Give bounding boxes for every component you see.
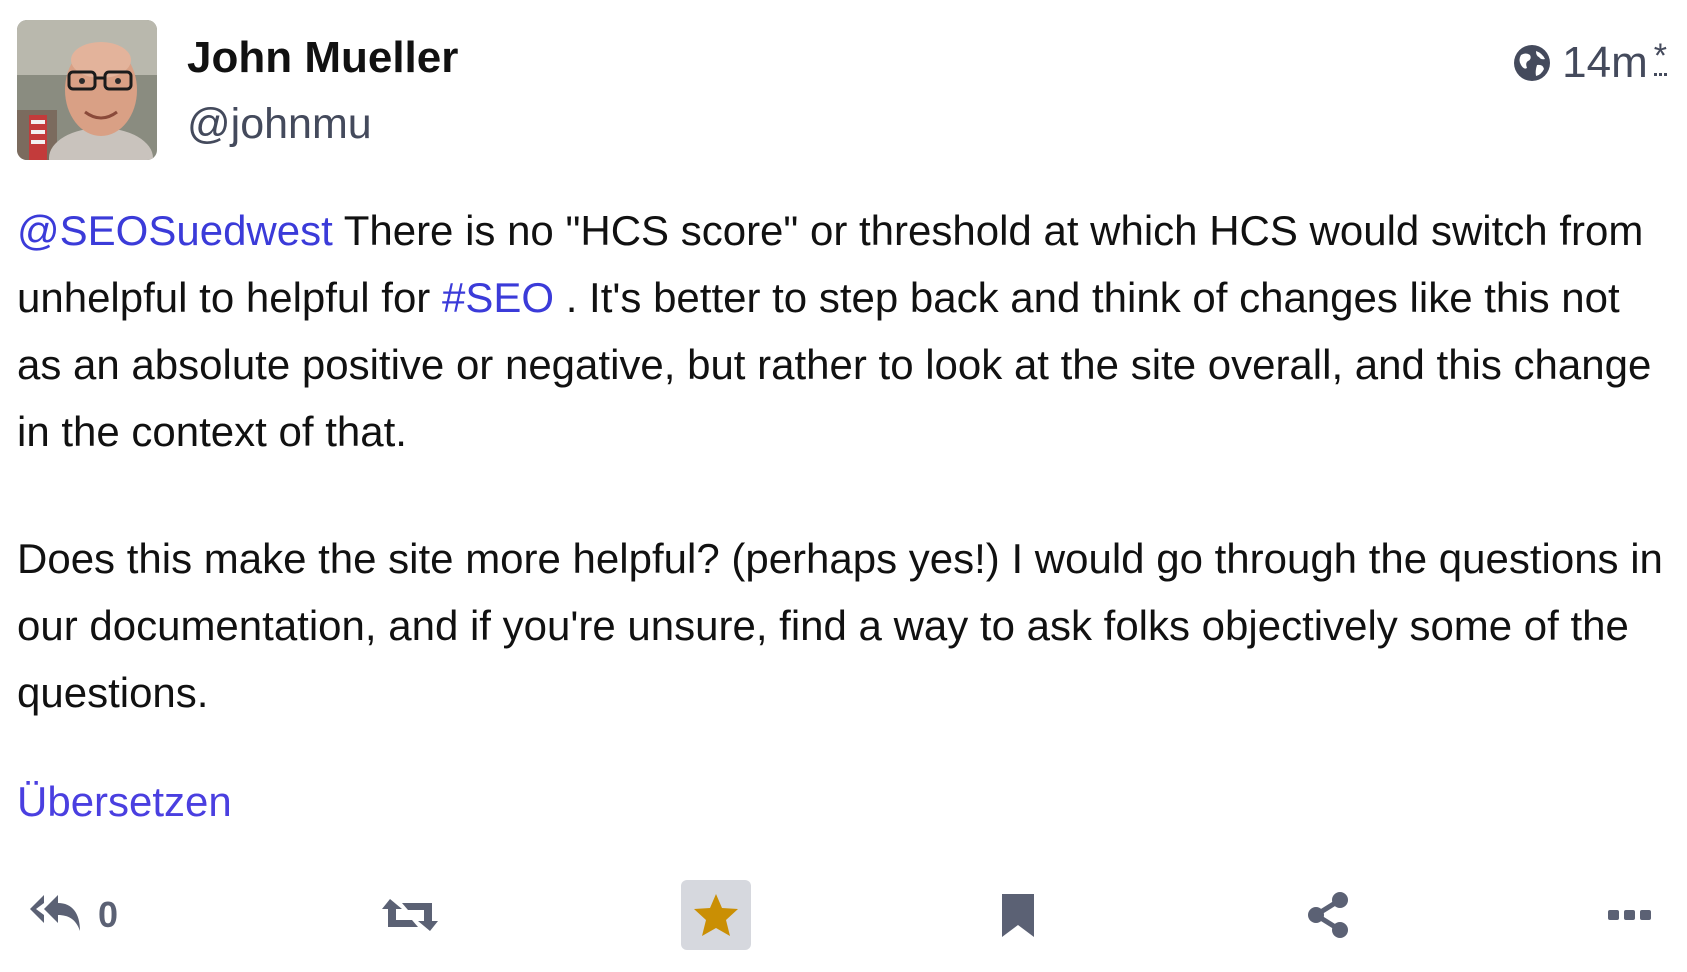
- reply-button[interactable]: 0: [28, 880, 168, 950]
- post-paragraph-2: Does this make the site more helpful? (p…: [17, 535, 1663, 716]
- author-display-name[interactable]: John Mueller: [187, 33, 458, 83]
- hashtag-link[interactable]: #SEO: [442, 274, 554, 321]
- translate-link[interactable]: Übersetzen: [17, 778, 232, 826]
- post-timestamp[interactable]: 14m: [1562, 38, 1648, 88]
- share-button[interactable]: [1298, 880, 1358, 950]
- edited-indicator[interactable]: *: [1653, 39, 1667, 76]
- reply-count: 0: [98, 894, 119, 935]
- action-bar: 0: [0, 880, 1687, 956]
- boost-button[interactable]: [375, 880, 445, 950]
- globe-icon: [1512, 43, 1552, 83]
- share-icon: [1304, 890, 1352, 940]
- post-content: @SEOSuedwest There is no "HCS score" or …: [17, 197, 1667, 726]
- bookmark-icon: [999, 891, 1037, 939]
- bookmark-button[interactable]: [988, 880, 1048, 950]
- author-handle[interactable]: @johnmu: [187, 100, 372, 149]
- more-options-button[interactable]: [1600, 880, 1660, 950]
- ellipsis-icon: [1607, 908, 1653, 922]
- star-icon: [692, 892, 740, 938]
- mention-link[interactable]: @SEOSuedwest: [17, 207, 333, 254]
- post-meta: 14m *: [1512, 38, 1667, 88]
- profile-photo-icon: [17, 20, 157, 160]
- reply-all-icon: [28, 891, 84, 939]
- favourite-button[interactable]: [681, 880, 751, 950]
- avatar[interactable]: [17, 20, 157, 160]
- boost-icon: [380, 893, 440, 937]
- post-paragraph-1: @SEOSuedwest There is no "HCS score" or …: [17, 197, 1667, 465]
